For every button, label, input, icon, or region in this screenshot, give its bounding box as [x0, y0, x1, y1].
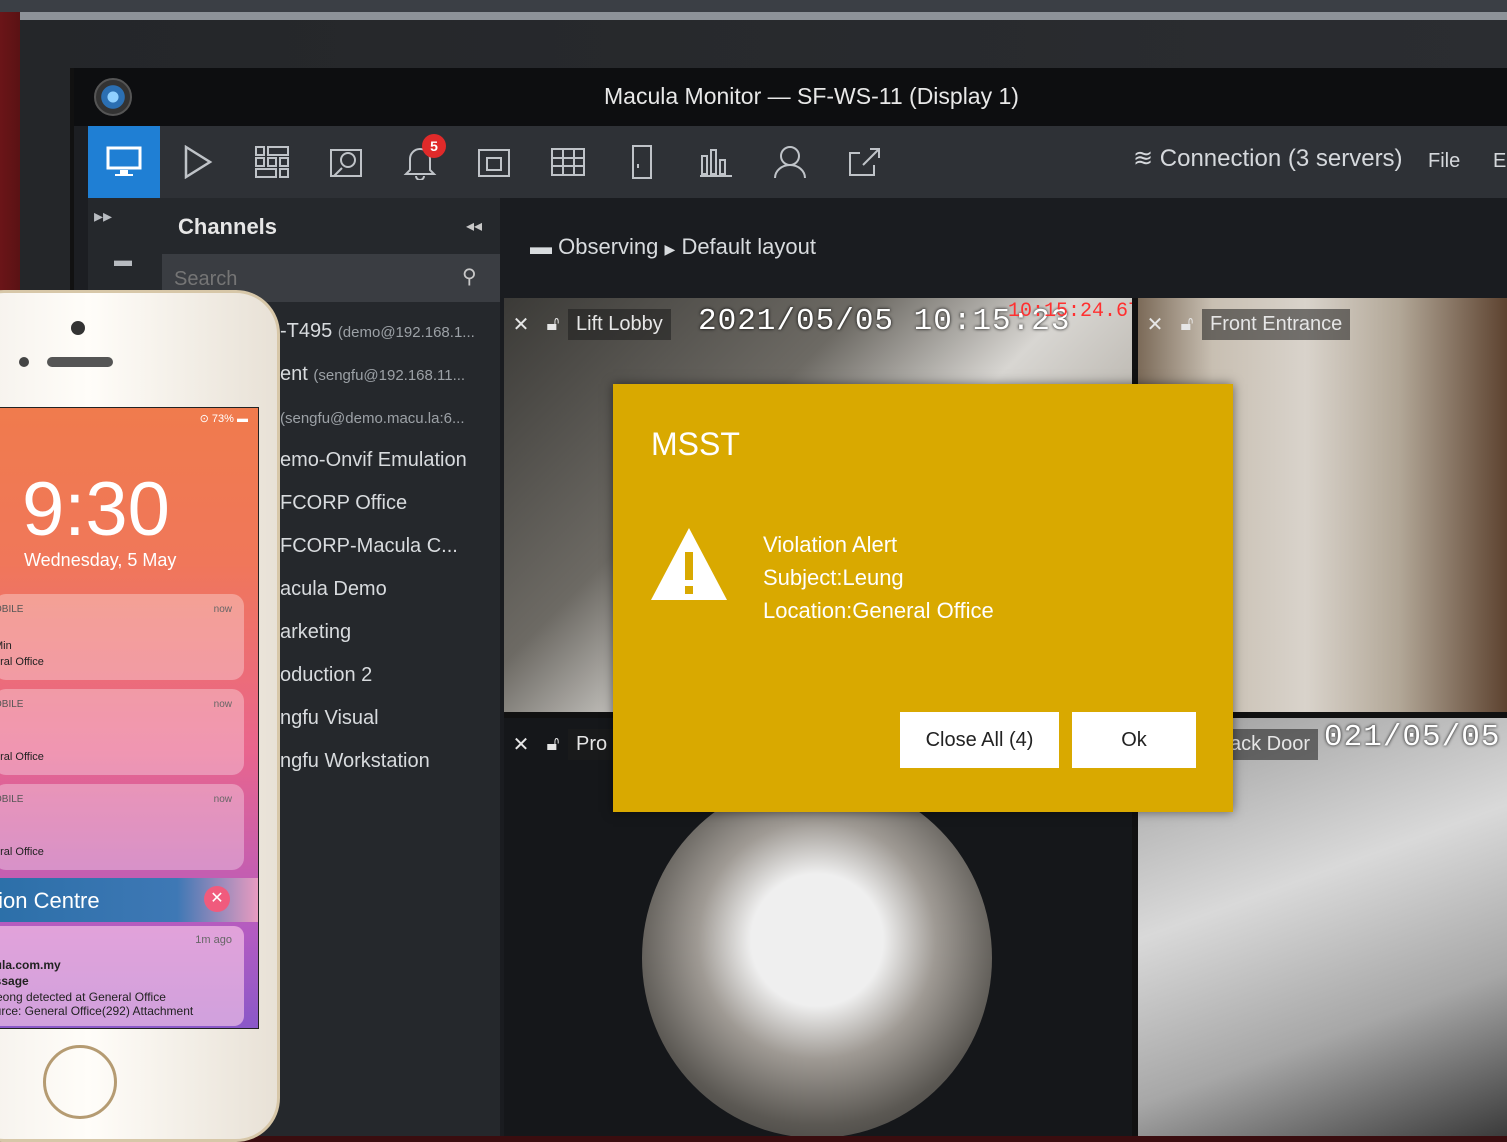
alerts-badge: 5 — [422, 134, 446, 158]
phone-camera — [71, 321, 85, 335]
camera-name: ack Door — [1222, 728, 1319, 760]
layers-icon: ≋ — [1133, 145, 1154, 172]
ok-button[interactable]: Ok — [1072, 712, 1196, 768]
play-icon — [184, 145, 213, 179]
monitor-button[interactable] — [88, 126, 160, 198]
collapse-icon[interactable]: ◂◂ — [466, 216, 482, 236]
camera-name: Front Entrance — [1202, 308, 1351, 340]
notification-card[interactable]: OBILE now eral Office — [0, 784, 244, 870]
map-icon — [330, 149, 362, 177]
phone-speaker — [47, 357, 113, 367]
title-bar: Macula Monitor — SF-WS-11 (Display 1) — [74, 68, 1507, 126]
windows-icon — [478, 149, 510, 177]
chart-icon — [700, 149, 732, 177]
camera-header: ✕ 🔓︎ Pro — [504, 724, 616, 764]
home-button[interactable] — [43, 1045, 117, 1119]
breadcrumb: ▬ Observing ▶ Default layout — [530, 234, 816, 260]
users-button[interactable] — [754, 126, 826, 198]
layouts-button[interactable] — [236, 126, 308, 198]
monitor-small-icon[interactable]: ▬ — [114, 250, 132, 271]
door-icon — [632, 145, 652, 179]
monitor-icon — [106, 146, 142, 176]
menu-edit[interactable]: Ed — [1493, 150, 1507, 173]
menu-file[interactable]: File — [1428, 150, 1460, 173]
violation-alert-dialog: MSST Violation Alert Subject:Leung Locat… — [613, 384, 1233, 812]
camera-header: ack Door — [1222, 724, 1319, 764]
breadcrumb-layout[interactable]: Default layout — [681, 234, 816, 259]
table-icon — [551, 148, 585, 176]
dialog-title: MSST — [651, 426, 740, 462]
outer-top-strip — [20, 12, 1507, 20]
chevron-right-icon: ▶ — [664, 241, 676, 257]
notification-centre-header: tion Centre ✕ — [0, 878, 258, 922]
alert-location: Location:General Office — [763, 598, 994, 623]
camera-ms-timestamp: 10:15:24.672 — [1008, 300, 1132, 323]
notification-card[interactable]: OBILE now eral Office — [0, 689, 244, 775]
breadcrumb-section[interactable]: Observing — [558, 234, 658, 259]
camera-header: ✕ 🔓︎ Front Entrance — [1138, 304, 1351, 344]
channels-title: Channels — [178, 214, 278, 239]
camera-name: Pro — [568, 728, 616, 760]
close-icon[interactable]: ✕ — [504, 312, 538, 337]
phone-sensor — [19, 357, 29, 367]
phone-lock-screen: ⊙ 73% ▬ 9:30 Wednesday, 5 May OBILE now … — [0, 407, 259, 1029]
fisheye-view — [642, 778, 992, 1136]
close-icon[interactable]: ✕ — [204, 886, 230, 912]
unlock-icon[interactable]: 🔓︎ — [538, 313, 568, 336]
notification-card[interactable]: OBILE now Min eral Office — [0, 594, 244, 680]
notification-centre-card[interactable]: 1m ago cula.com.my essage Keong detected… — [0, 926, 244, 1026]
notification-centre-title: tion Centre — [0, 888, 100, 913]
map-button[interactable] — [310, 126, 382, 198]
connection-status[interactable]: ≋ Connection (3 servers) — [1133, 144, 1403, 173]
dialog-message: Violation Alert Subject:Leung Location:G… — [763, 528, 994, 627]
smartphone: ⊙ 73% ▬ 9:30 Wednesday, 5 May OBILE now … — [0, 290, 280, 1142]
unlock-icon[interactable]: 🔓︎ — [1172, 313, 1202, 336]
windows-button[interactable] — [458, 126, 530, 198]
door-button[interactable] — [606, 126, 678, 198]
layout-grid-icon — [255, 146, 289, 178]
outer-top-bar — [0, 0, 1507, 12]
lock-date: Wednesday, 5 May — [24, 550, 177, 570]
user-icon — [774, 146, 806, 179]
window-title: Macula Monitor — SF-WS-11 (Display 1) — [604, 83, 1019, 109]
warning-icon — [651, 528, 727, 600]
camera-header: ✕ 🔓︎ Lift Lobby — [504, 304, 671, 344]
table-button[interactable] — [532, 126, 604, 198]
statistics-button[interactable] — [680, 126, 752, 198]
unlock-icon[interactable]: 🔓︎ — [538, 733, 568, 756]
camera-timestamp: 021/05/05 — [1324, 720, 1501, 755]
export-button[interactable] — [828, 126, 900, 198]
monitor-small-icon: ▬ — [530, 234, 552, 259]
main-toolbar: 5 ≋ Connection (3 servers) File Ed — [88, 126, 1507, 198]
alert-type: Violation Alert — [763, 532, 898, 557]
alerts-button[interactable]: 5 — [384, 126, 456, 198]
expand-icon[interactable]: ▸▸ — [94, 206, 112, 227]
camera-name: Lift Lobby — [568, 308, 671, 340]
alert-subject: Subject:Leung — [763, 565, 904, 590]
connection-label: Connection (3 servers) — [1159, 145, 1403, 172]
lock-clock: 9:30 — [22, 467, 170, 552]
close-all-button[interactable]: Close All (4) — [900, 712, 1059, 768]
app-logo-icon — [94, 78, 132, 116]
battery-status: ⊙ 73% ▬ — [199, 413, 248, 425]
external-link-icon — [849, 148, 880, 176]
close-icon[interactable]: ✕ — [504, 732, 538, 757]
play-button[interactable] — [162, 126, 234, 198]
search-icon[interactable]: ⚲ — [462, 264, 477, 289]
close-icon[interactable]: ✕ — [1138, 312, 1172, 337]
